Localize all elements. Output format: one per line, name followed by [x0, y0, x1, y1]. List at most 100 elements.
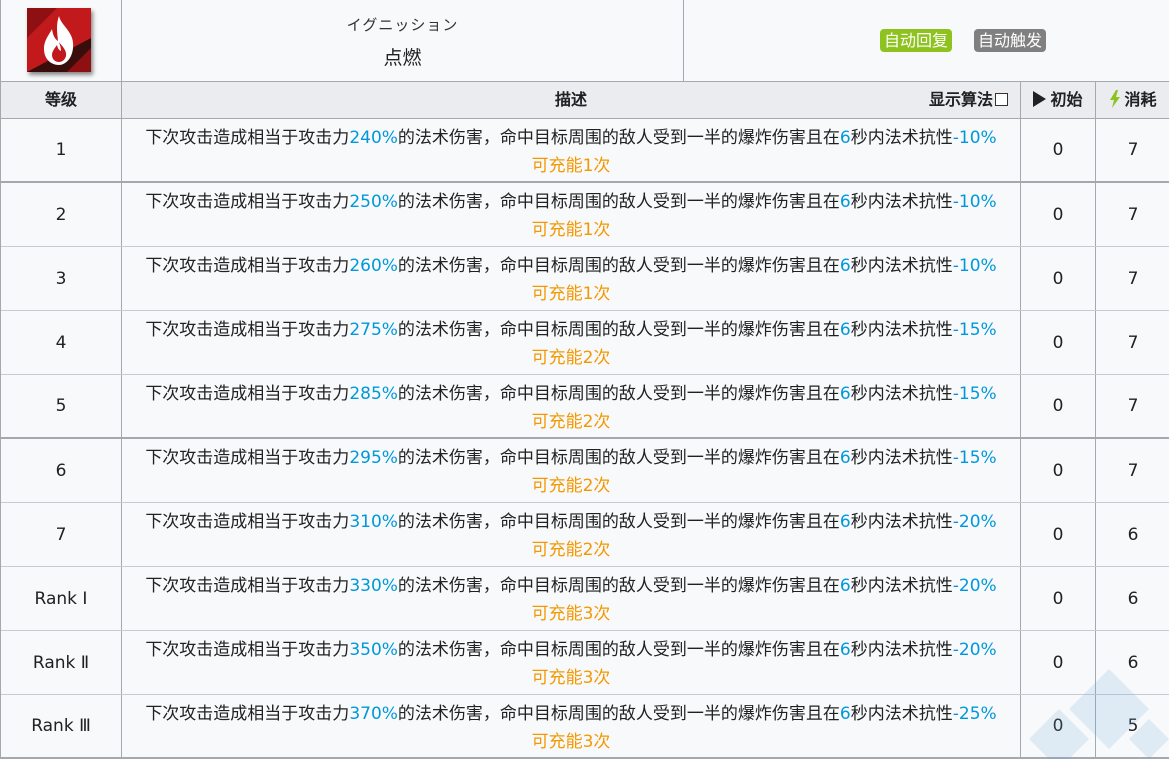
desc-text-2: 的法术伤害，命中目标周围的敌人受到一半的爆炸伤害且在: [397, 704, 840, 724]
skill-table: イグニッション 点燃 自动回复 自动触发 等级 描述 显示算法 初始 消耗 1 下…: [0, 0, 1169, 759]
desc-text-1: 下次攻击造成相当于攻击力: [145, 384, 350, 404]
charge-prefix: 可充能: [531, 668, 583, 688]
table-row: 4 下次攻击造成相当于攻击力275%的法术伤害，命中目标周围的敌人受到一半的爆炸伤…: [1, 311, 1169, 375]
desc-text-3: 秒内法术抗性: [850, 576, 953, 596]
sp-cost-value: 6: [1127, 652, 1139, 673]
charge-line: 可充能1次: [122, 216, 1020, 244]
sp-cost-value: 7: [1127, 204, 1139, 225]
level-value: 3: [55, 268, 67, 289]
charge-prefix: 可充能: [531, 220, 583, 240]
description-line: 下次攻击造成相当于攻击力275%的法术伤害，命中目标周围的敌人受到一半的爆炸伤害…: [122, 316, 1020, 344]
desc-text-3: 秒内法术抗性: [850, 512, 953, 532]
description-cell: 下次攻击造成相当于攻击力275%的法术伤害，命中目标周围的敌人受到一半的爆炸伤害…: [122, 311, 1021, 374]
level-value: 6: [55, 460, 67, 481]
atk-multiplier: 310%: [349, 512, 398, 532]
initial-sp-cell: 0: [1021, 375, 1096, 437]
res-reduction: -15%: [952, 448, 997, 468]
charge-line: 可充能2次: [122, 408, 1020, 436]
atk-multiplier: 295%: [349, 448, 398, 468]
charge-line: 可充能3次: [122, 728, 1020, 756]
level-value: 1: [55, 140, 67, 160]
description-cell: 下次攻击造成相当于攻击力240%的法术伤害，命中目标周围的敌人受到一半的爆炸伤害…: [122, 119, 1021, 181]
initial-sp-value: 0: [1052, 524, 1064, 545]
charge-count: 3: [582, 668, 594, 688]
skill-tags-cell: 自动回复 自动触发: [684, 0, 1169, 81]
desc-text-1: 下次攻击造成相当于攻击力: [145, 576, 350, 596]
desc-text-1: 下次攻击造成相当于攻击力: [145, 192, 350, 212]
level-value: 4: [55, 332, 67, 353]
initial-sp-cell: 0: [1021, 311, 1096, 374]
charge-suffix: 次: [593, 604, 611, 624]
level-value: 7: [55, 524, 67, 545]
charge-prefix: 可充能: [531, 348, 583, 368]
desc-text-2: 的法术伤害，命中目标周围的敌人受到一半的爆炸伤害且在: [397, 640, 840, 660]
table-row: Rank Ⅰ 下次攻击造成相当于攻击力330%的法术伤害，命中目标周围的敌人受到一…: [1, 567, 1169, 631]
description-line: 下次攻击造成相当于攻击力240%的法术伤害，命中目标周围的敌人受到一半的爆炸伤害…: [122, 124, 1020, 152]
charge-prefix: 可充能: [531, 412, 583, 432]
atk-multiplier: 250%: [349, 192, 398, 212]
atk-multiplier: 240%: [349, 128, 398, 148]
col-cost-header: 消耗: [1096, 82, 1169, 118]
sp-cost-value: 7: [1127, 396, 1139, 416]
res-reduction: -15%: [952, 384, 997, 404]
level-value: 5: [55, 396, 67, 416]
charge-prefix: 可充能: [531, 284, 583, 304]
charge-suffix: 次: [593, 540, 611, 560]
initial-sp-value: 0: [1052, 652, 1064, 673]
atk-multiplier: 285%: [349, 384, 398, 404]
desc-text-3: 秒内法术抗性: [850, 128, 953, 148]
table-row: Rank Ⅱ 下次攻击造成相当于攻击力350%的法术伤害，命中目标周围的敌人受到一…: [1, 631, 1169, 695]
initial-sp-cell: 0: [1021, 567, 1096, 630]
col-description-header: 描述 显示算法: [122, 82, 1021, 118]
description-line: 下次攻击造成相当于攻击力250%的法术伤害，命中目标周围的敌人受到一半的爆炸伤害…: [122, 188, 1020, 216]
charge-prefix: 可充能: [531, 604, 583, 624]
show-formula-toggle[interactable]: 显示算法: [929, 82, 1008, 118]
charge-suffix: 次: [593, 284, 611, 304]
description-line: 下次攻击造成相当于攻击力370%的法术伤害，命中目标周围的敌人受到一半的爆炸伤害…: [122, 700, 1020, 728]
sp-cost-cell: 6: [1096, 567, 1169, 630]
charge-count: 2: [582, 348, 594, 368]
charge-suffix: 次: [593, 220, 611, 240]
level-value: Rank Ⅲ: [31, 716, 91, 736]
skill-name-jp: イグニッション: [346, 16, 459, 34]
initial-sp-value: 0: [1052, 140, 1064, 160]
description-cell: 下次攻击造成相当于攻击力285%的法术伤害，命中目标周围的敌人受到一半的爆炸伤害…: [122, 375, 1021, 437]
level-cell: 3: [1, 247, 122, 310]
sp-cost-value: 6: [1127, 588, 1139, 609]
res-reduction: -10%: [952, 256, 997, 276]
table-row: Rank Ⅲ 下次攻击造成相当于攻击力370%的法术伤害，命中目标周围的敌人受到一…: [1, 695, 1169, 759]
tag-auto-recovery: 自动回复: [880, 29, 953, 52]
column-header-row: 等级 描述 显示算法 初始 消耗: [1, 82, 1169, 119]
initial-header-label: 初始: [1050, 90, 1083, 109]
duration-value: 6: [839, 640, 851, 660]
description-line: 下次攻击造成相当于攻击力350%的法术伤害，命中目标周围的敌人受到一半的爆炸伤害…: [122, 636, 1020, 664]
desc-text-2: 的法术伤害，命中目标周围的敌人受到一半的爆炸伤害且在: [397, 256, 840, 276]
res-reduction: -15%: [952, 320, 997, 340]
atk-multiplier: 260%: [349, 256, 398, 276]
table-row: 7 下次攻击造成相当于攻击力310%的法术伤害，命中目标周围的敌人受到一半的爆炸伤…: [1, 503, 1169, 567]
duration-value: 6: [839, 384, 851, 404]
sp-cost-cell: 5: [1096, 695, 1169, 757]
col-initial-header: 初始: [1021, 82, 1096, 118]
duration-value: 6: [839, 256, 851, 276]
desc-text-1: 下次攻击造成相当于攻击力: [145, 704, 350, 724]
show-formula-checkbox[interactable]: [995, 93, 1008, 106]
sp-cost-cell: 7: [1096, 375, 1169, 437]
initial-sp-value: 0: [1052, 204, 1064, 225]
charge-count: 3: [582, 732, 594, 752]
charge-suffix: 次: [593, 476, 611, 496]
charge-line: 可充能2次: [122, 472, 1020, 500]
desc-text-1: 下次攻击造成相当于攻击力: [145, 640, 350, 660]
sp-cost-cell: 7: [1096, 439, 1169, 502]
charge-count: 2: [582, 412, 594, 432]
description-cell: 下次攻击造成相当于攻击力295%的法术伤害，命中目标周围的敌人受到一半的爆炸伤害…: [122, 439, 1021, 502]
duration-value: 6: [839, 576, 851, 596]
duration-value: 6: [839, 128, 851, 148]
level-cell: 4: [1, 311, 122, 374]
res-reduction: -20%: [952, 640, 997, 660]
description-header-label: 描述: [554, 90, 587, 109]
sp-cost-value: 7: [1127, 460, 1139, 481]
desc-text-1: 下次攻击造成相当于攻击力: [145, 256, 350, 276]
charge-count: 3: [582, 604, 594, 624]
play-icon: [1033, 91, 1047, 107]
